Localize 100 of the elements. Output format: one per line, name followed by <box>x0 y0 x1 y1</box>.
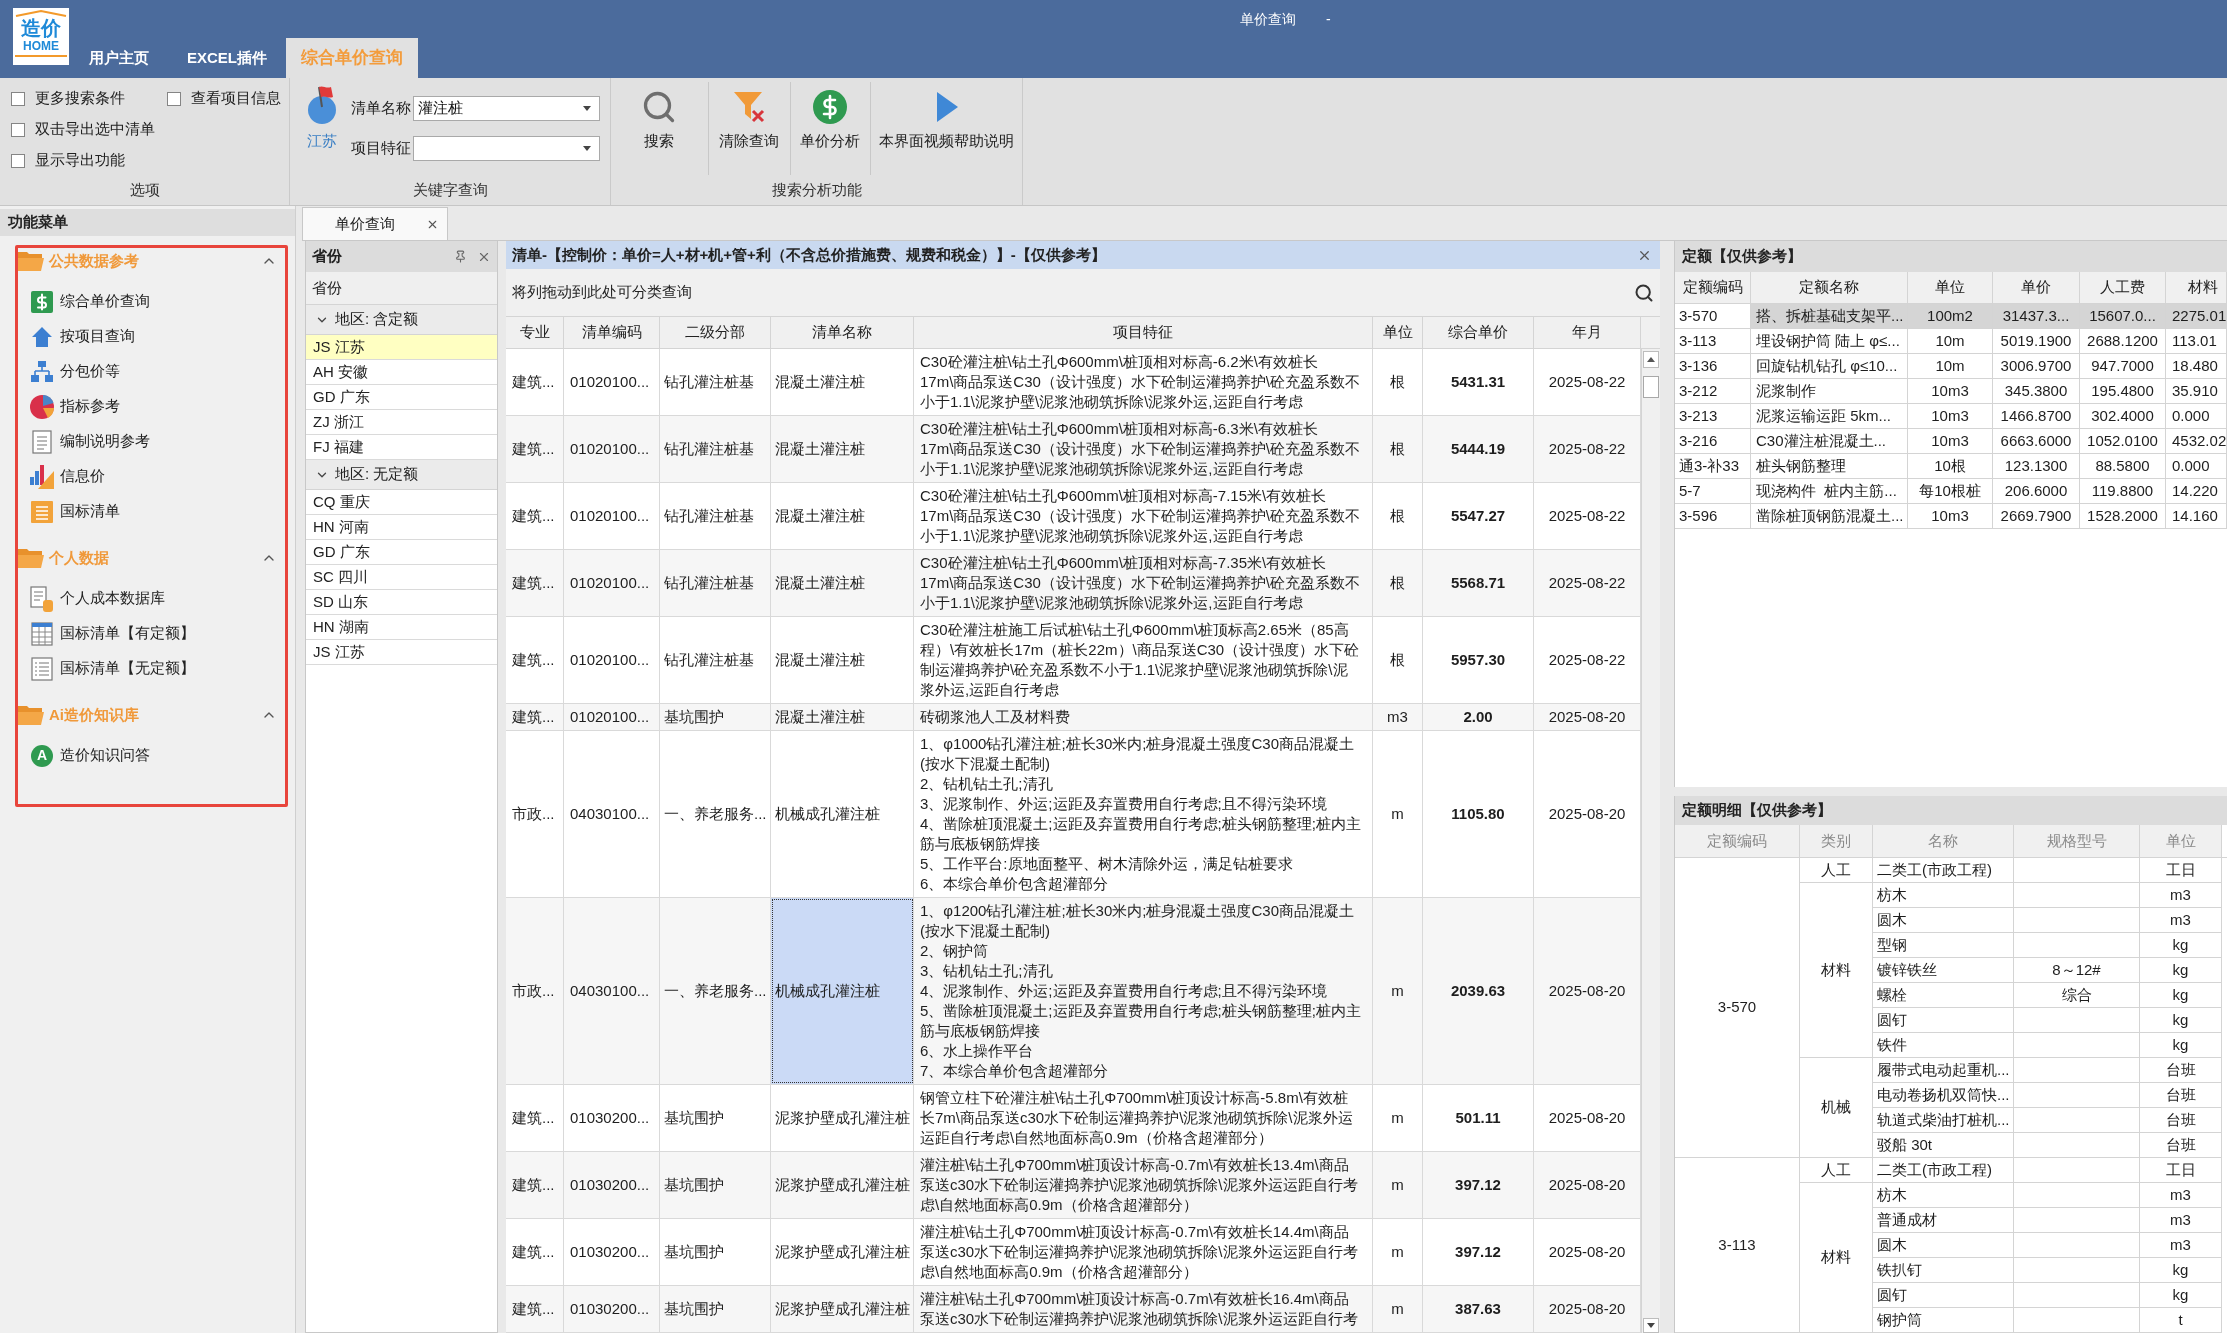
menu-item[interactable]: 个人成本数据库 <box>18 581 285 616</box>
column-header[interactable]: 材料 <box>2166 272 2227 303</box>
column-header[interactable]: 定额编码 <box>1675 272 1751 303</box>
table-cell: 材料 <box>1800 883 1873 1058</box>
column-header[interactable]: 二级分部 <box>660 317 771 348</box>
menu-item[interactable]: 分包价等 <box>18 354 285 389</box>
menu-item[interactable]: 按项目查询 <box>18 319 285 354</box>
table-cell: 机械成孔灌注桩 <box>771 898 914 1084</box>
document-database-icon <box>30 585 54 612</box>
panel-title: 功能菜单 <box>0 209 295 236</box>
table-cell: 二类工(市政工程) <box>1873 858 2014 883</box>
combo-box[interactable] <box>413 135 600 161</box>
ribbon-tab[interactable]: 用户主页 <box>70 38 168 78</box>
checkbox[interactable] <box>11 122 25 137</box>
column-header[interactable]: 项目特征 <box>914 317 1373 348</box>
menu-item[interactable]: A 造价知识问答 <box>18 738 285 773</box>
checkbox[interactable] <box>11 153 25 168</box>
table-cell: t <box>2140 1308 2222 1333</box>
table-cell: 建筑... <box>506 1152 564 1218</box>
field-label: 清单名称 <box>351 97 412 118</box>
checkbox[interactable] <box>11 91 25 106</box>
table-cell: 01030200... <box>564 1152 660 1218</box>
scroll-up-button[interactable] <box>1643 351 1659 368</box>
table-cell: 材料 <box>1800 1183 1873 1333</box>
document-tab[interactable]: 单价查询 <box>302 207 448 240</box>
table-cell: kg <box>2140 1033 2222 1058</box>
table-cell: 圆钉 <box>1873 1008 2014 1033</box>
caret-down-icon <box>1647 1323 1655 1328</box>
pin-icon[interactable] <box>454 250 467 263</box>
table-cell: 2025-08-20 <box>1534 704 1641 730</box>
column-header[interactable]: 专业 <box>506 317 564 348</box>
roof-icon <box>15 10 67 17</box>
table-cell: 5444.19 <box>1423 416 1534 482</box>
logo-subtext: HOME <box>23 39 59 53</box>
column-header[interactable]: 省份 <box>306 272 497 305</box>
combo-box[interactable]: 灌注桩 <box>413 95 600 121</box>
caret-down-icon <box>583 105 591 111</box>
table-cell: 台班 <box>2140 1133 2222 1158</box>
checkbox[interactable] <box>167 91 181 106</box>
column-header[interactable]: 清单名称 <box>771 317 914 348</box>
menu-item[interactable]: 国标清单 <box>18 494 285 529</box>
table-cell: 钻孔灌注桩基 <box>660 550 771 616</box>
group-label: 关键字查询 <box>412 179 488 200</box>
table-cell: 2275.01 <box>2166 304 2227 328</box>
table-cell: 混凝土灌注桩 <box>771 416 914 482</box>
table-cell: 圆木 <box>1873 1233 2014 1258</box>
table-cell: 2025-08-22 <box>1534 416 1641 482</box>
group-row[interactable]: 地区: 含定额 <box>306 305 497 335</box>
table-cell: 根 <box>1373 416 1423 482</box>
table-cell: 搭、拆桩基础支架平... <box>1751 304 1908 328</box>
table-cell: 基坑围护 <box>660 1286 771 1332</box>
table-cell: 1、φ1200钻孔灌注桩;桩长30米内;桩身混凝土强度C30商品混凝土(按水下混凝土配制) 2、钢护筒 3、钻机钻土孔;清孔 4、泥浆制作、外运;运距及弃置费用自行考虑;且不得污染环境 5、凿除桩顶混凝土;运距及弃置费用自行考虑;桩头钢筋整理;桩内主筋与底板钢筋焊接 6、水上操作平台 7、本综合单价包含超灌部分 <box>914 898 1373 1084</box>
checkbox-label[interactable]: 更多搜索条件 <box>35 87 125 110</box>
scrollbar-thumb[interactable] <box>1643 376 1659 398</box>
table-cell: 枋木 <box>1873 883 2014 908</box>
table-cell: 01020100... <box>564 416 660 482</box>
clear-search-button[interactable]: 清除查询 <box>708 78 790 163</box>
checkbox-label[interactable]: 显示导出功能 <box>35 149 125 172</box>
price-analysis-button[interactable]: 单价分析 <box>790 78 871 163</box>
column-header[interactable]: 单位 <box>1373 317 1423 348</box>
search-button[interactable]: 搜索 <box>611 78 708 163</box>
column-header[interactable]: 定额名称 <box>1751 272 1908 303</box>
menu-item[interactable]: 国标清单【有定额】 <box>18 616 285 651</box>
column-header[interactable]: 单价 <box>1993 272 2080 303</box>
menu-item[interactable]: 编制说明参考 <box>18 424 285 459</box>
column-header[interactable]: 年月 <box>1534 317 1641 348</box>
table-cell: 31437.3... <box>1993 304 2080 328</box>
table-cell: C30砼灌注桩\钻土孔Φ600mm\桩顶相对标高-7.35米\有效桩长17m\商品泵送C30（设计强度）水下砼制运灌捣养护\砼充盈系数不小于1.1\泥浆护壁\泥浆池砌筑拆除\泥浆外运,运距自行考虑 <box>914 550 1373 616</box>
menu-item[interactable]: 信息价 <box>18 459 285 494</box>
ribbon-tab[interactable]: EXCEL插件 <box>168 38 286 78</box>
menu-item[interactable]: 指标参考 <box>18 389 285 424</box>
table-cell: 钢护筒 <box>1873 1308 2014 1333</box>
menu-item[interactable]: 国标清单【无定额】 <box>18 651 285 686</box>
column-header[interactable]: 清单编码 <box>564 317 660 348</box>
table-cell: 基坑围护 <box>660 704 771 730</box>
group-label: 选项 <box>129 179 160 200</box>
search-icon[interactable] <box>1634 282 1654 303</box>
table-cell: kg <box>2140 1283 2222 1308</box>
video-help-button[interactable]: 本界面视频帮助说明 <box>871 78 1022 163</box>
menu-item[interactable]: 综合单价查询 <box>18 284 285 319</box>
table-cell: 01020100... <box>564 550 660 616</box>
table-cell: 台班 <box>2140 1108 2222 1133</box>
table-cell: 机械 <box>1800 1058 1873 1158</box>
scrollbar[interactable] <box>1641 349 1660 1333</box>
folder-icon <box>18 704 44 726</box>
title-separator: - <box>1326 9 1331 29</box>
table-cell: 轨道式柴油打桩机... <box>1873 1108 2014 1133</box>
scroll-down-button[interactable] <box>1643 1318 1659 1333</box>
table-cell: 人工 <box>1800 1158 1873 1183</box>
document-icon <box>32 429 52 454</box>
column-header[interactable]: 综合单价 <box>1423 317 1534 348</box>
column-header[interactable]: 人工费 <box>2080 272 2166 303</box>
checkbox-label[interactable]: 查看项目信息 <box>191 87 281 110</box>
checkbox-label[interactable]: 双击导出选中清单 <box>35 118 155 141</box>
table-cell: 钻孔灌注桩基 <box>660 416 771 482</box>
list-item[interactable]: JS 江苏 <box>306 335 497 360</box>
table-cell: 混凝土灌注桩 <box>771 704 914 730</box>
table-cell: 一、养老服务... <box>660 898 771 1084</box>
column-header[interactable]: 单位 <box>1908 272 1993 303</box>
group-row[interactable]: 地区: 无定额 <box>306 460 497 490</box>
